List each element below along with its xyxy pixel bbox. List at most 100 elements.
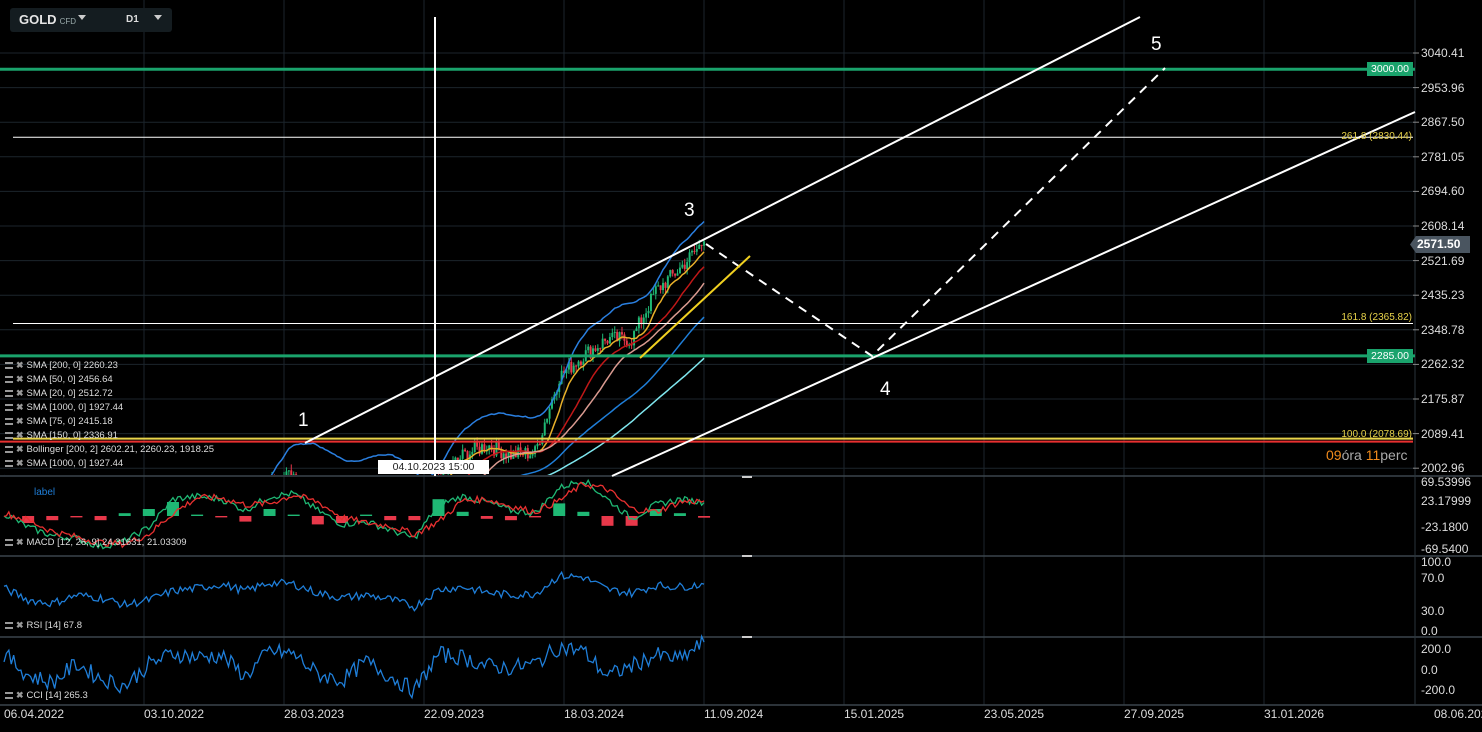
candle-body bbox=[594, 348, 597, 351]
indicator-settings-icon[interactable] bbox=[5, 539, 13, 546]
rsi-axis-label: 70.0 bbox=[1421, 571, 1445, 585]
rsi-axis-label: 30.0 bbox=[1421, 604, 1445, 618]
remove-indicator-icon[interactable]: ✖ bbox=[16, 537, 24, 548]
symbol-selector[interactable]: GOLD CFD bbox=[19, 12, 76, 27]
candle-body bbox=[355, 491, 357, 495]
indicator-legend[interactable]: ✖ CCI [14] 265.3 bbox=[5, 690, 88, 701]
candle-body bbox=[500, 449, 503, 459]
price-axis-label: 2348.78 bbox=[1421, 322, 1465, 337]
macd-histogram-bar bbox=[601, 516, 614, 526]
candle-body bbox=[83, 563, 85, 574]
candle-body bbox=[681, 264, 684, 268]
candle-body bbox=[368, 491, 370, 492]
macd-histogram-bar bbox=[480, 516, 493, 519]
indicator-legend[interactable]: ✖ SMA [1000, 0] 1927.44 bbox=[5, 458, 123, 469]
price-level-badge[interactable]: 2285.00 bbox=[1367, 348, 1413, 363]
candle-body bbox=[341, 497, 343, 504]
indicator-settings-icon[interactable] bbox=[5, 460, 13, 467]
candle-body bbox=[273, 476, 275, 486]
remove-indicator-icon[interactable]: ✖ bbox=[16, 620, 24, 631]
candle-body bbox=[613, 332, 616, 334]
candle-body bbox=[203, 531, 205, 536]
indicator-legend[interactable]: ✖ SMA [20, 0] 2512.72 bbox=[5, 388, 113, 399]
symbol-dropdown-icon[interactable] bbox=[78, 15, 86, 20]
macd-histogram-bar bbox=[46, 516, 59, 521]
candle-body bbox=[13, 522, 15, 523]
candle-body bbox=[649, 293, 652, 311]
candle-body bbox=[133, 611, 135, 614]
remove-indicator-icon[interactable]: ✖ bbox=[16, 374, 24, 385]
indicator-settings-icon[interactable] bbox=[5, 390, 13, 397]
candle-body bbox=[502, 453, 505, 459]
indicator-legend[interactable]: ✖ SMA [150, 0] 2336.91 bbox=[5, 430, 118, 441]
macd-histogram-bar bbox=[70, 516, 83, 518]
date-axis-label: 28.03.2023 bbox=[284, 707, 345, 721]
candle-body bbox=[666, 276, 669, 288]
candle-body bbox=[587, 346, 590, 351]
indicator-legend[interactable]: ✖ SMA [50, 0] 2456.64 bbox=[5, 374, 113, 385]
price-level-badge[interactable]: 3000.00 bbox=[1367, 62, 1413, 77]
remove-indicator-icon[interactable]: ✖ bbox=[16, 416, 24, 427]
candle-body bbox=[71, 562, 73, 564]
price-axis-label: 2694.60 bbox=[1421, 184, 1465, 199]
candle-body bbox=[652, 293, 655, 295]
indicator-settings-icon[interactable] bbox=[5, 376, 13, 383]
macd-histogram-bar bbox=[287, 514, 300, 516]
current-price-label: 2571.50 bbox=[1410, 236, 1470, 253]
indicator-settings-icon[interactable] bbox=[5, 622, 13, 629]
indicator-legend[interactable]: ✖ SMA [1000, 0] 1927.44 bbox=[5, 402, 123, 413]
remove-indicator-icon[interactable]: ✖ bbox=[16, 458, 24, 469]
candle-body bbox=[326, 494, 328, 497]
indicator-legend[interactable]: ✖ MACD [12, 26, 9] 24.31631, 21.03309 bbox=[5, 537, 187, 548]
timeframe-dropdown-icon[interactable] bbox=[154, 15, 162, 20]
cci-axis-label: 200.0 bbox=[1421, 642, 1452, 656]
remove-indicator-icon[interactable]: ✖ bbox=[16, 360, 24, 371]
price-chart[interactable] bbox=[0, 0, 1482, 732]
candle-body bbox=[433, 485, 435, 486]
candle-body bbox=[10, 522, 12, 523]
candle-body bbox=[387, 487, 389, 492]
indicator-settings-icon[interactable] bbox=[5, 432, 13, 439]
indicator-legend[interactable]: ✖ SMA [75, 0] 2415.18 bbox=[5, 416, 113, 427]
wave-label: 5 bbox=[1151, 34, 1162, 55]
remove-indicator-icon[interactable]: ✖ bbox=[16, 430, 24, 441]
candle-body bbox=[669, 270, 672, 277]
candle-body bbox=[305, 482, 307, 486]
indicator-settings-icon[interactable] bbox=[5, 418, 13, 425]
candle-body bbox=[232, 511, 234, 521]
indicator-settings-icon[interactable] bbox=[5, 692, 13, 699]
macd-axis-label: -69.5400 bbox=[1421, 542, 1469, 556]
indicator-legend[interactable]: ✖ Bollinger [200, 2] 2602.21, 2260.23, 19… bbox=[5, 444, 214, 455]
remove-indicator-icon[interactable]: ✖ bbox=[16, 690, 24, 701]
candle-body bbox=[428, 497, 430, 498]
candle-body bbox=[307, 482, 309, 485]
candle-body bbox=[579, 361, 582, 366]
macd-histogram-bar bbox=[384, 516, 397, 521]
candle-body bbox=[278, 486, 280, 488]
indicator-settings-icon[interactable] bbox=[5, 404, 13, 411]
price-axis-label: 2089.41 bbox=[1421, 426, 1465, 441]
indicator-legend[interactable]: ✖ RSI [14] 67.8 bbox=[5, 620, 82, 631]
candle-body bbox=[20, 522, 22, 532]
candle-body bbox=[346, 497, 348, 502]
candle-body bbox=[401, 506, 403, 512]
macd-histogram-bar bbox=[698, 516, 711, 518]
timeframe-selector[interactable]: D1 bbox=[126, 14, 139, 25]
candle-body bbox=[189, 542, 191, 543]
candle-body bbox=[109, 585, 111, 598]
remove-indicator-icon[interactable]: ✖ bbox=[16, 388, 24, 399]
candle-body bbox=[244, 536, 246, 546]
candle-body bbox=[647, 310, 650, 314]
remove-indicator-icon[interactable]: ✖ bbox=[16, 444, 24, 455]
candle-body bbox=[90, 577, 92, 580]
indicator-settings-icon[interactable] bbox=[5, 446, 13, 453]
remove-indicator-icon[interactable]: ✖ bbox=[16, 402, 24, 413]
candle-body bbox=[85, 563, 87, 574]
macd-histogram-bar bbox=[432, 499, 445, 516]
candle-body bbox=[157, 597, 159, 602]
candle-body bbox=[416, 525, 418, 527]
candle-body bbox=[68, 550, 70, 564]
candle-body bbox=[179, 552, 181, 562]
indicator-legend[interactable]: ✖ SMA [200, 0] 2260.23 bbox=[5, 360, 118, 371]
indicator-settings-icon[interactable] bbox=[5, 362, 13, 369]
